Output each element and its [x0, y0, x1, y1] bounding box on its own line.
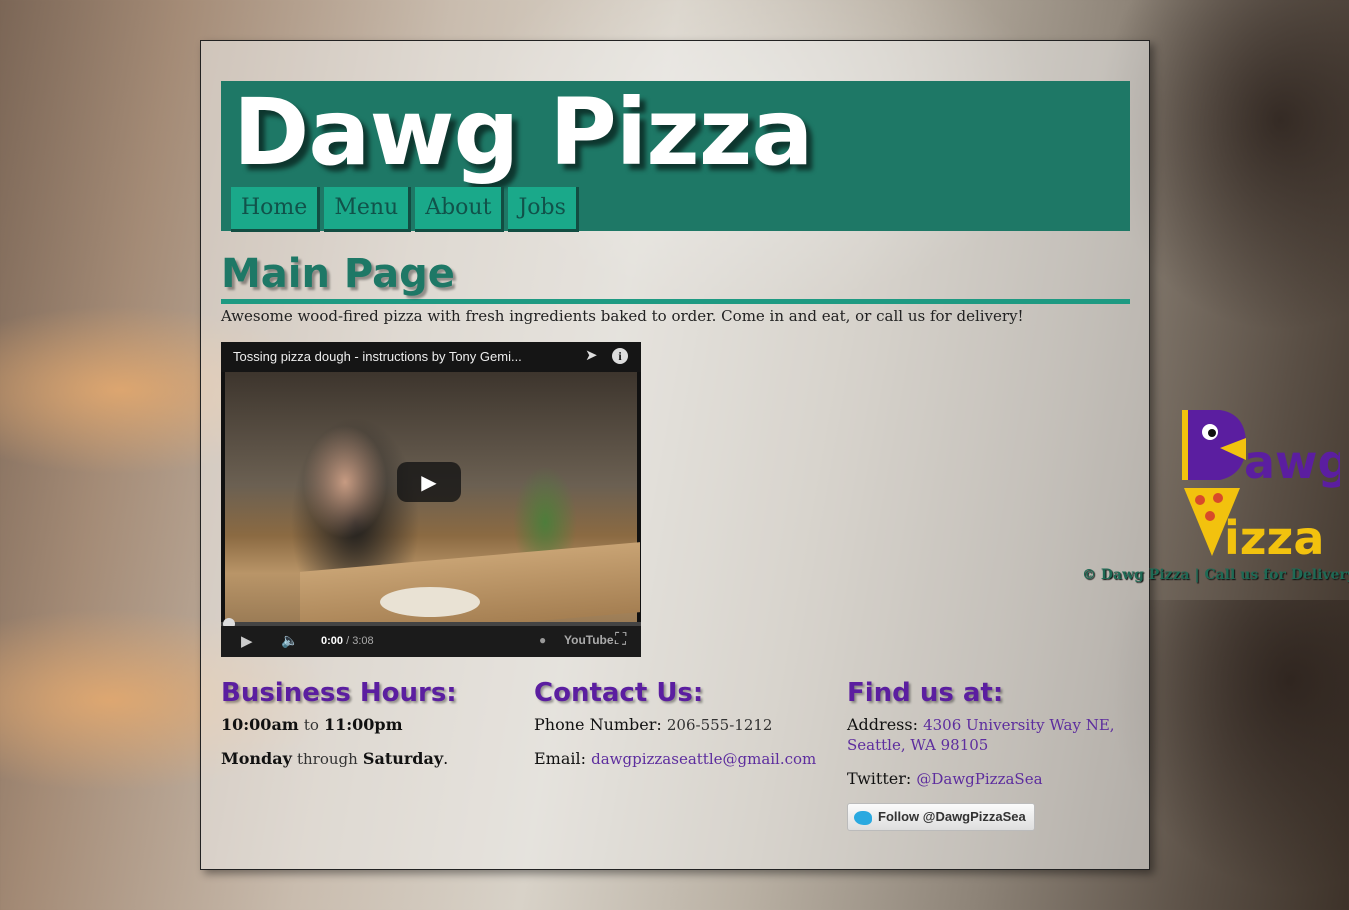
twitter-label: Twitter: [847, 769, 912, 788]
page-title: Main Page [221, 249, 1130, 304]
fullscreen-icon[interactable]: ⛶ [615, 631, 626, 649]
video-time: 0:00 / 3:08 [321, 635, 374, 647]
intro-text: Awesome wood-fired pizza with fresh ingr… [221, 307, 1024, 325]
volume-icon[interactable]: 🔈 [281, 632, 298, 649]
video-controls: ▶ 🔈 0:00 / 3:08 ● YouTube ⛶ [221, 626, 641, 657]
hours-times: 10:00am to 11:00pm [221, 715, 511, 735]
logo-word-2: izza [1224, 511, 1324, 564]
hours-open: 10:00am [221, 715, 299, 734]
address-row: Address: 4306 University Way NE, Seattle,… [847, 715, 1137, 755]
info-icon[interactable]: i [612, 348, 628, 364]
hours-day-start: Monday [221, 749, 292, 768]
control-play-icon[interactable]: ▶ [241, 632, 253, 650]
email-link[interactable]: dawgpizzaseattle@gmail.com [591, 750, 816, 768]
follow-button-label: Follow @DawgPizzaSea [878, 809, 1026, 824]
phone-number: 206-555-1212 [666, 716, 773, 734]
video-duration: / 3:08 [346, 635, 374, 647]
nav-jobs[interactable]: Jobs [508, 187, 579, 232]
hours-heading: Business Hours: [221, 678, 457, 708]
nav-home[interactable]: Home [231, 187, 321, 232]
hours-day-end: Saturday [362, 749, 444, 768]
dawg-pizza-logo[interactable]: awg izza [1180, 404, 1340, 564]
hours-days: Monday through Saturday. [221, 749, 511, 769]
nav-about[interactable]: About [415, 187, 505, 232]
hours-section: Business Hours: 10:00am to 11:00pm Monda… [221, 677, 511, 783]
location-section: Find us at: Address: 4306 University Way… [847, 677, 1137, 831]
twitter-bird-icon [854, 810, 872, 825]
phone-row: Phone Number: 206-555-1212 [534, 715, 824, 735]
contact-section: Contact Us: Phone Number: 206-555-1212 E… [534, 677, 824, 783]
video-current-time: 0:00 [321, 635, 344, 647]
settings-icon[interactable]: ● [539, 633, 546, 647]
video-player[interactable]: Tossing pizza dough - instructions by To… [221, 342, 641, 657]
hours-to: to [303, 716, 319, 734]
contact-heading: Contact Us: [534, 678, 704, 708]
page-container: Dawg Pizza Home Menu About Jobs Main Pag… [200, 40, 1150, 870]
site-header: Dawg Pizza Home Menu About Jobs [221, 79, 1130, 232]
location-heading: Find us at: [847, 678, 1004, 708]
address-line-1[interactable]: 4306 University Way NE, [923, 716, 1114, 734]
share-icon[interactable]: ➤ [585, 348, 601, 364]
nav-menu[interactable]: Menu [324, 187, 412, 232]
video-title-bar: Tossing pizza dough - instructions by To… [221, 342, 641, 372]
twitter-link[interactable]: @DawgPizzaSea [916, 770, 1042, 788]
hours-period: . [443, 749, 449, 768]
address-label: Address: [847, 715, 918, 734]
main-nav: Home Menu About Jobs [231, 187, 579, 232]
footer-copyright: © Dawg Pizza | Call us for Delivery [1082, 567, 1349, 583]
video-title[interactable]: Tossing pizza dough - instructions by To… [233, 349, 522, 364]
youtube-logo[interactable]: YouTube [564, 633, 614, 647]
twitter-follow-button[interactable]: Follow @DawgPizzaSea [847, 803, 1035, 831]
video-scene-dough [380, 587, 480, 617]
email-label: Email: [534, 749, 587, 768]
hours-through: through [296, 750, 358, 768]
site-title: Dawg Pizza [233, 79, 813, 186]
hours-close: 11:00pm [323, 715, 403, 734]
twitter-row: Twitter: @DawgPizzaSea [847, 769, 1137, 789]
play-icon[interactable]: ▶ [397, 462, 461, 502]
logo-word-1: awg [1244, 435, 1340, 489]
address-line-2[interactable]: Seattle, WA 98105 [847, 736, 988, 754]
email-row: Email: dawgpizzaseattle@gmail.com [534, 749, 824, 769]
phone-label: Phone Number: [534, 715, 662, 734]
